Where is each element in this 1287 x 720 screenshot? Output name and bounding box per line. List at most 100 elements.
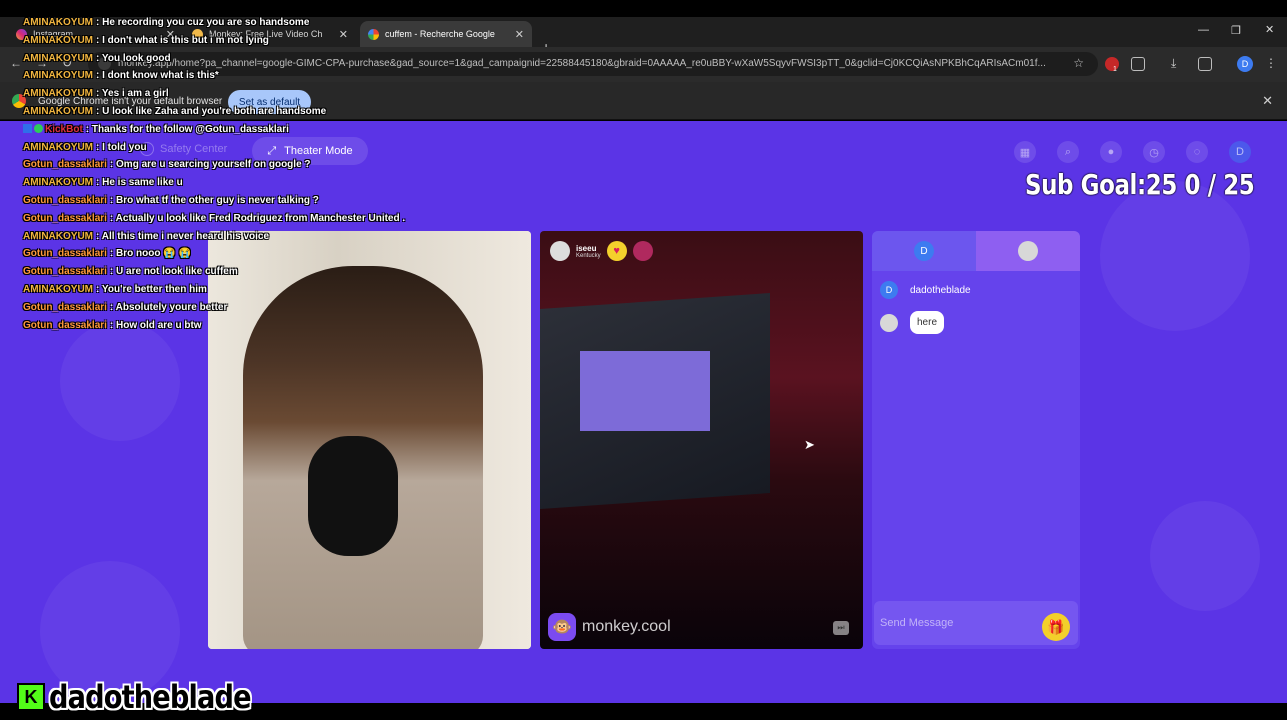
restore-icon[interactable]: ❐ [1231,24,1241,37]
chat-message: D dadotheblade [880,281,971,299]
chat-panel: D D dadotheblade here 🎁 [872,231,1080,649]
overlay-chat-text: : Bro nooo 😭 😭 [109,248,191,260]
overlay-chat-text: : I don't what is this but i m not lying [96,34,269,46]
watermark-text: monkey.cool [582,618,671,635]
friends-icon[interactable]: ● [1100,141,1122,163]
skip-icon[interactable]: ⏭ [833,621,849,635]
remote-name: iseeu [576,243,597,253]
overlay-chat-username: AMINAKOYUM [23,34,93,46]
bookmark-star-icon[interactable]: ☆ [1073,56,1084,70]
extension-badge: 1 [1113,66,1117,73]
user-avatar[interactable]: D [1229,141,1251,163]
streamer-name: dadotheblade [49,678,252,716]
overlay-chat-line: AMINAKOYUM: You look good [23,53,443,71]
overlay-chat-text: : All this time i never heard his voice [96,230,270,242]
overlay-chat-username: KickBot [45,123,83,135]
remote-user-text: iseeu Kentucky [576,244,601,259]
remote-avatar [550,241,570,261]
side-panel-icon[interactable] [1198,57,1212,71]
report-icon[interactable] [632,241,653,261]
store-icon[interactable]: ▦ [1014,141,1036,163]
messages-icon[interactable]: ◌ [1186,141,1208,163]
overlay-chat-text: : I dont know what is this* [96,70,219,82]
verified-badge-icon [34,123,43,133]
overlay-chat-text: : Absolutely youre better [109,301,228,313]
download-icon[interactable]: ⤓ [1171,56,1176,71]
overlay-chat-text: : Yes i am a girl [96,88,169,100]
streamer-tag: K dadotheblade [17,677,286,717]
overlay-chat-line: Gotun_dassaklari: Absolutely youre bette… [23,302,443,320]
heart-icon[interactable]: ♥ [606,241,627,261]
overlay-chat-text: : Bro what tf the other guy is never tal… [109,194,319,206]
kick-logo-icon: K [17,683,45,711]
overlay-chat-username: Gotun_dassaklari [23,301,107,313]
menu-kebab-icon[interactable]: ⋮ [1265,56,1277,70]
monkey-logo-icon: 🐵 [548,613,576,641]
screen-top-bar [0,0,1287,17]
overlay-chat-line: Gotun_dassaklari: Actually u look like F… [23,213,443,231]
back-icon[interactable]: ← [10,56,22,70]
chat-tab-partner[interactable] [976,231,1080,271]
overlay-chat-line: AMINAKOYUM: He recording you cuz you are… [23,17,443,35]
overlay-chat-text: : Thanks for the follow @Gotun_dassaklar… [85,123,289,135]
overlay-chat-line: AMINAKOYUM: He is same like u [23,177,443,195]
remote-video: iseeu Kentucky ♥ ➤ 🐵 monkey.cool ⏭ [540,231,863,649]
overlay-chat-username: AMINAKOYUM [23,105,93,117]
overlay-chat-text: : He recording you cuz you are so handso… [96,17,310,28]
background-decoration [1100,181,1250,331]
minimize-icon[interactable]: — [1198,24,1209,36]
overlay-chat-line: Gotun_dassaklari: U are not look like cu… [23,266,443,284]
overlay-chat-username: Gotun_dassaklari [23,212,107,224]
overlay-chat-text: : You look good [96,52,171,64]
remote-location: Kentucky [576,252,601,259]
overlay-chat-username: AMINAKOYUM [23,17,93,28]
close-icon[interactable]: ✕ [515,28,524,41]
overlay-chat-username: AMINAKOYUM [23,141,93,153]
bot-badge-icon [23,123,32,133]
overlay-chat-username: AMINAKOYUM [23,283,93,295]
overlay-chat-line: AMINAKOYUM: Yes i am a girl [23,88,443,106]
overlay-chat-line: Gotun_dassaklari: Omg are u searcing you… [23,159,443,177]
overlay-chat-line: AMINAKOYUM: I dont know what is this* [23,70,443,88]
stream-chat-overlay: AMINAKOYUM: He recording you cuz you are… [23,17,443,337]
overlay-chat-line: Gotun_dassaklari: Bro what tf the other … [23,195,443,213]
overlay-chat-username: AMINAKOYUM [23,70,93,82]
overlay-chat-text: : You're better then him [96,283,207,295]
close-icon[interactable]: ✕ [1262,93,1273,109]
watermark: 🐵 monkey.cool [548,613,671,641]
chat-tabs: D [872,231,1080,271]
sub-goal-overlay: Sub Goal:25 0 / 25 [1025,168,1255,201]
message-bubble: here [910,311,945,334]
profile-avatar[interactable]: D [1237,56,1253,72]
overlay-chat-username: AMINAKOYUM [23,230,93,242]
overlay-chat-username: Gotun_dassaklari [23,248,107,260]
overlay-chat-username: Gotun_dassaklari [23,319,107,331]
monitor-screen [580,351,710,431]
search-icon[interactable]: ⌕ [1057,141,1079,163]
overlay-chat-text: : Omg are u searcing yourself on google … [109,159,311,171]
history-icon[interactable]: ◷ [1143,141,1165,163]
overlay-chat-line: KickBot: Thanks for the follow @Gotun_da… [23,123,443,142]
background-decoration [60,321,180,441]
overlay-chat-username: AMINAKOYUM [23,177,93,189]
overlay-chat-line: AMINAKOYUM: U look like Zaha and you're … [23,106,443,124]
overlay-chat-text: : How old are u btw [109,319,202,331]
close-window-icon[interactable]: ✕ [1265,23,1274,36]
extensions-puzzle-icon[interactable] [1131,57,1145,71]
remote-user-info[interactable]: iseeu Kentucky ♥ [550,241,653,261]
message-text: dadotheblade [910,284,971,296]
overlay-chat-text: : Actually u look like Fred Rodriguez fr… [109,212,406,224]
gift-icon[interactable]: 🎁 [1042,613,1070,641]
mouse-cursor-icon: ➤ [804,437,815,452]
chat-tab-me[interactable]: D [872,231,976,271]
chat-message: here [880,311,945,334]
overlay-chat-username: Gotun_dassaklari [23,266,107,278]
overlay-chat-line: AMINAKOYUM: I told you [23,142,443,160]
overlay-chat-line: Gotun_dassaklari: How old are u btw [23,320,443,338]
overlay-chat-username: AMINAKOYUM [23,52,93,64]
overlay-chat-line: AMINAKOYUM: All this time i never heard … [23,231,443,249]
overlay-chat-line: Gotun_dassaklari: Bro nooo 😭 😭 [23,248,443,266]
microphone [308,436,398,556]
overlay-chat-text: : I told you [96,141,147,153]
overlay-chat-text: : U are not look like cuffem [109,266,238,278]
